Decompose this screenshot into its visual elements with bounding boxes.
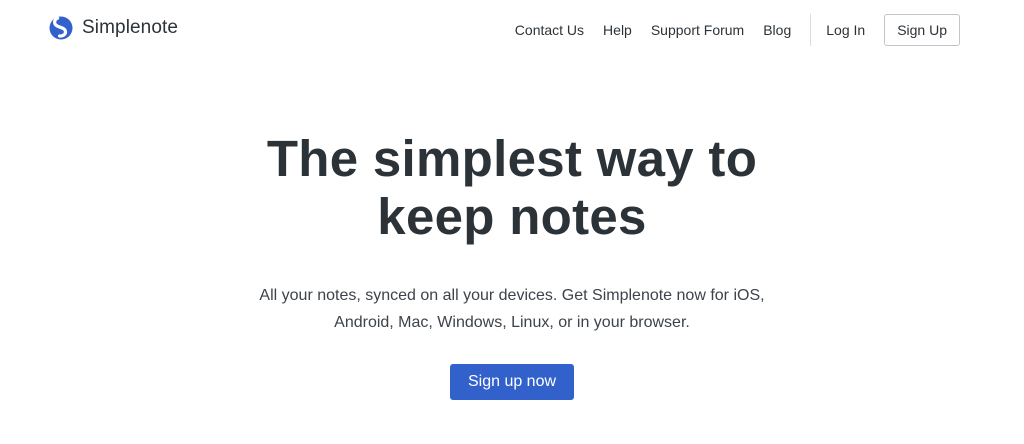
sign-up-now-button[interactable]: Sign up now — [449, 364, 575, 400]
nav-help-link[interactable]: Help — [603, 22, 632, 38]
brand-home-link[interactable]: Simplenote — [49, 15, 178, 41]
hero-subtitle: All your notes, synced on all your devic… — [232, 282, 792, 336]
hero-subtitle-line-1: All your notes, synced on all your devic… — [259, 287, 765, 304]
site-header: Simplenote Contact Us Help Support Forum… — [0, 0, 1024, 60]
nav-support-forum-link[interactable]: Support Forum — [651, 22, 744, 38]
hero-section: The simplest way to keep notes All your … — [0, 130, 1024, 400]
login-link[interactable]: Log In — [826, 22, 865, 38]
top-nav: Contact Us Help Support Forum Blog Log I… — [515, 14, 960, 46]
simplenote-logo-icon — [49, 16, 73, 40]
hero-subtitle-line-2: Android, Mac, Windows, Linux, or in your… — [334, 314, 690, 331]
signup-button[interactable]: Sign Up — [884, 14, 960, 46]
hero-title-line-2: keep notes — [377, 188, 647, 245]
nav-divider — [810, 14, 812, 46]
hero-title-line-1: The simplest way to — [266, 130, 758, 187]
nav-blog-link[interactable]: Blog — [763, 22, 791, 38]
brand-name: Simplenote — [82, 17, 179, 38]
nav-contact-us-link[interactable]: Contact Us — [515, 22, 584, 38]
hero-title: The simplest way to keep notes — [232, 130, 792, 246]
